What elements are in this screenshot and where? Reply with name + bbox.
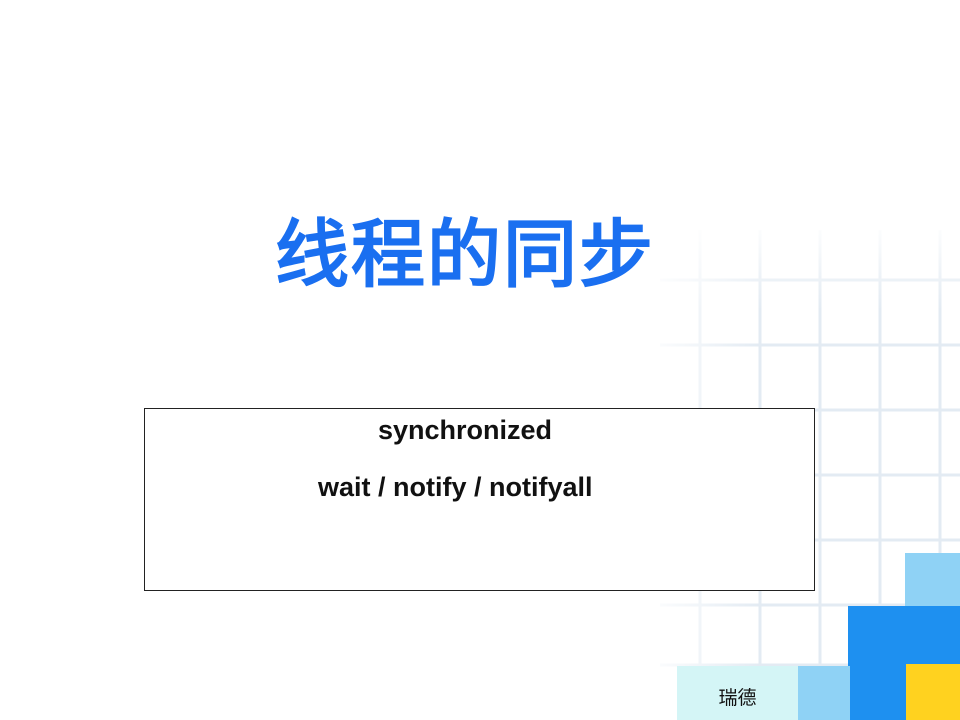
content-line-synchronized: synchronized bbox=[378, 415, 553, 445]
block-light-blue-bottom bbox=[797, 666, 850, 720]
block-yellow bbox=[906, 664, 960, 720]
slide: 线程的同步 synchronized wait / notify / notif… bbox=[0, 0, 960, 720]
block-light-blue-top bbox=[905, 553, 960, 607]
footer-label: 瑞德 bbox=[718, 687, 757, 709]
content-line-wait-notify: wait / notify / notifyall bbox=[318, 472, 593, 502]
decorative-background bbox=[640, 220, 960, 720]
content-box: synchronized wait / notify / notifyall bbox=[144, 408, 815, 591]
slide-title: 线程的同步 bbox=[275, 212, 655, 298]
